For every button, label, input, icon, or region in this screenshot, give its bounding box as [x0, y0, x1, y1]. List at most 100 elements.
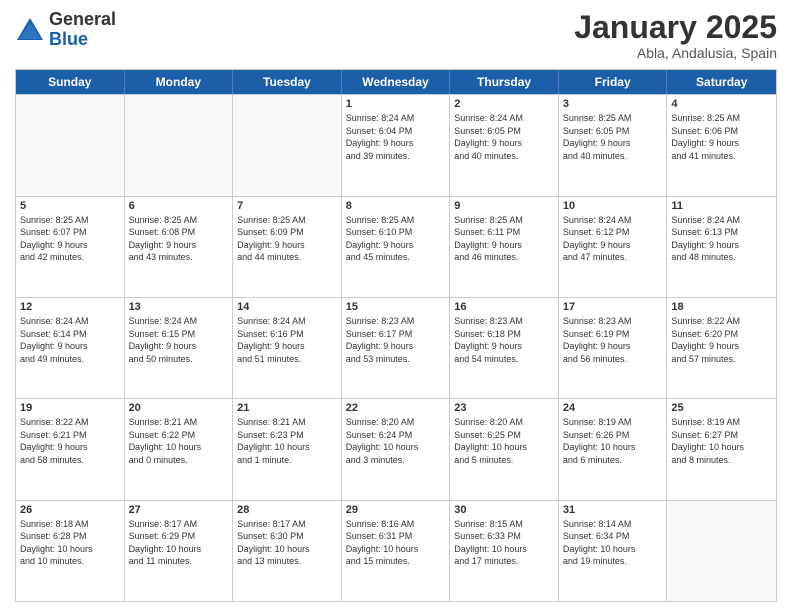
calendar: SundayMondayTuesdayWednesdayThursdayFrid…	[15, 69, 777, 602]
day-info: Sunrise: 8:23 AM Sunset: 6:19 PM Dayligh…	[563, 315, 663, 365]
day-cell-25: 25 Sunrise: 8:19 AM Sunset: 6:27 PM Dayli…	[667, 399, 776, 499]
day-number: 22	[346, 402, 446, 414]
title-block: January 2025 Abla, Andalusia, Spain	[574, 10, 777, 61]
header: General Blue January 2025 Abla, Andalusi…	[15, 10, 777, 61]
day-info: Sunrise: 8:25 AM Sunset: 6:11 PM Dayligh…	[454, 214, 554, 264]
day-info: Sunrise: 8:19 AM Sunset: 6:27 PM Dayligh…	[671, 416, 772, 466]
day-number: 5	[20, 200, 120, 212]
day-info: Sunrise: 8:14 AM Sunset: 6:34 PM Dayligh…	[563, 518, 663, 568]
day-cell-27: 27 Sunrise: 8:17 AM Sunset: 6:29 PM Dayli…	[125, 501, 234, 601]
day-number: 4	[671, 98, 772, 110]
day-number: 25	[671, 402, 772, 414]
logo: General Blue	[15, 10, 116, 50]
day-info: Sunrise: 8:21 AM Sunset: 6:22 PM Dayligh…	[129, 416, 229, 466]
col-header-friday: Friday	[559, 70, 668, 94]
day-cell-3: 3 Sunrise: 8:25 AM Sunset: 6:05 PM Daylig…	[559, 95, 668, 195]
week-row-1: 1 Sunrise: 8:24 AM Sunset: 6:04 PM Daylig…	[16, 94, 776, 195]
day-number: 6	[129, 200, 229, 212]
day-info: Sunrise: 8:19 AM Sunset: 6:26 PM Dayligh…	[563, 416, 663, 466]
week-row-2: 5 Sunrise: 8:25 AM Sunset: 6:07 PM Daylig…	[16, 196, 776, 297]
day-number: 24	[563, 402, 663, 414]
day-info: Sunrise: 8:18 AM Sunset: 6:28 PM Dayligh…	[20, 518, 120, 568]
day-info: Sunrise: 8:24 AM Sunset: 6:16 PM Dayligh…	[237, 315, 337, 365]
day-number: 26	[20, 504, 120, 516]
col-header-sunday: Sunday	[16, 70, 125, 94]
week-row-3: 12Sunrise: 8:24 AM Sunset: 6:14 PM Dayli…	[16, 297, 776, 398]
calendar-subtitle: Abla, Andalusia, Spain	[574, 45, 777, 61]
day-info: Sunrise: 8:25 AM Sunset: 6:08 PM Dayligh…	[129, 214, 229, 264]
week-row-5: 26 Sunrise: 8:18 AM Sunset: 6:28 PM Dayli…	[16, 500, 776, 601]
day-info: Sunrise: 8:24 AM Sunset: 6:15 PM Dayligh…	[129, 315, 229, 365]
day-cell-26: 26 Sunrise: 8:18 AM Sunset: 6:28 PM Dayli…	[16, 501, 125, 601]
day-number: 13	[129, 301, 229, 313]
day-cell-4: 4 Sunrise: 8:25 AM Sunset: 6:06 PM Daylig…	[667, 95, 776, 195]
calendar-title: January 2025	[574, 10, 777, 45]
day-info: Sunrise: 8:24 AM Sunset: 6:05 PM Dayligh…	[454, 112, 554, 162]
day-number: 2	[454, 98, 554, 110]
day-number: 15	[346, 301, 446, 313]
day-cell-1: 1 Sunrise: 8:24 AM Sunset: 6:04 PM Daylig…	[342, 95, 451, 195]
day-info: Sunrise: 8:20 AM Sunset: 6:25 PM Dayligh…	[454, 416, 554, 466]
day-info: Sunrise: 8:25 AM Sunset: 6:06 PM Dayligh…	[671, 112, 772, 162]
day-number: 18	[671, 301, 772, 313]
day-cell-29: 29Sunrise: 8:16 AM Sunset: 6:31 PM Dayli…	[342, 501, 451, 601]
day-info: Sunrise: 8:24 AM Sunset: 6:04 PM Dayligh…	[346, 112, 446, 162]
day-number: 23	[454, 402, 554, 414]
page: General Blue January 2025 Abla, Andalusi…	[0, 0, 792, 612]
day-cell-6: 6 Sunrise: 8:25 AM Sunset: 6:08 PM Daylig…	[125, 197, 234, 297]
day-info: Sunrise: 8:22 AM Sunset: 6:21 PM Dayligh…	[20, 416, 120, 466]
day-number: 1	[346, 98, 446, 110]
day-number: 27	[129, 504, 229, 516]
day-cell-20: 20 Sunrise: 8:21 AM Sunset: 6:22 PM Dayli…	[125, 399, 234, 499]
day-info: Sunrise: 8:24 AM Sunset: 6:12 PM Dayligh…	[563, 214, 663, 264]
day-cell-empty	[233, 95, 342, 195]
day-cell-28: 28Sunrise: 8:17 AM Sunset: 6:30 PM Dayli…	[233, 501, 342, 601]
day-number: 10	[563, 200, 663, 212]
col-header-saturday: Saturday	[667, 70, 776, 94]
day-cell-19: 19 Sunrise: 8:22 AM Sunset: 6:21 PM Dayli…	[16, 399, 125, 499]
day-cell-5: 5 Sunrise: 8:25 AM Sunset: 6:07 PM Daylig…	[16, 197, 125, 297]
day-number: 20	[129, 402, 229, 414]
logo-icon	[15, 15, 45, 45]
day-cell-21: 21 Sunrise: 8:21 AM Sunset: 6:23 PM Dayli…	[233, 399, 342, 499]
day-number: 21	[237, 402, 337, 414]
day-info: Sunrise: 8:17 AM Sunset: 6:29 PM Dayligh…	[129, 518, 229, 568]
day-number: 3	[563, 98, 663, 110]
col-header-thursday: Thursday	[450, 70, 559, 94]
day-number: 16	[454, 301, 554, 313]
day-cell-18: 18 Sunrise: 8:22 AM Sunset: 6:20 PM Dayli…	[667, 298, 776, 398]
day-info: Sunrise: 8:15 AM Sunset: 6:33 PM Dayligh…	[454, 518, 554, 568]
day-cell-17: 17Sunrise: 8:23 AM Sunset: 6:19 PM Dayli…	[559, 298, 668, 398]
day-cell-empty	[16, 95, 125, 195]
day-info: Sunrise: 8:23 AM Sunset: 6:17 PM Dayligh…	[346, 315, 446, 365]
col-header-monday: Monday	[125, 70, 234, 94]
day-cell-23: 23 Sunrise: 8:20 AM Sunset: 6:25 PM Dayli…	[450, 399, 559, 499]
day-cell-31: 31Sunrise: 8:14 AM Sunset: 6:34 PM Dayli…	[559, 501, 668, 601]
day-cell-16: 16 Sunrise: 8:23 AM Sunset: 6:18 PM Dayli…	[450, 298, 559, 398]
day-number: 8	[346, 200, 446, 212]
day-info: Sunrise: 8:22 AM Sunset: 6:20 PM Dayligh…	[671, 315, 772, 365]
day-info: Sunrise: 8:24 AM Sunset: 6:14 PM Dayligh…	[20, 315, 120, 365]
day-cell-15: 15 Sunrise: 8:23 AM Sunset: 6:17 PM Dayli…	[342, 298, 451, 398]
day-number: 30	[454, 504, 554, 516]
day-info: Sunrise: 8:23 AM Sunset: 6:18 PM Dayligh…	[454, 315, 554, 365]
day-info: Sunrise: 8:21 AM Sunset: 6:23 PM Dayligh…	[237, 416, 337, 466]
day-info: Sunrise: 8:25 AM Sunset: 6:10 PM Dayligh…	[346, 214, 446, 264]
day-cell-13: 13 Sunrise: 8:24 AM Sunset: 6:15 PM Dayli…	[125, 298, 234, 398]
logo-general: General	[49, 9, 116, 29]
day-cell-24: 24 Sunrise: 8:19 AM Sunset: 6:26 PM Dayli…	[559, 399, 668, 499]
logo-text: General Blue	[49, 10, 116, 50]
day-number: 14	[237, 301, 337, 313]
day-number: 28	[237, 504, 337, 516]
day-number: 7	[237, 200, 337, 212]
day-info: Sunrise: 8:20 AM Sunset: 6:24 PM Dayligh…	[346, 416, 446, 466]
day-cell-14: 14 Sunrise: 8:24 AM Sunset: 6:16 PM Dayli…	[233, 298, 342, 398]
day-info: Sunrise: 8:25 AM Sunset: 6:09 PM Dayligh…	[237, 214, 337, 264]
day-number: 19	[20, 402, 120, 414]
logo-blue: Blue	[49, 29, 88, 49]
day-cell-7: 7 Sunrise: 8:25 AM Sunset: 6:09 PM Daylig…	[233, 197, 342, 297]
day-cell-empty	[125, 95, 234, 195]
day-info: Sunrise: 8:25 AM Sunset: 6:05 PM Dayligh…	[563, 112, 663, 162]
day-info: Sunrise: 8:25 AM Sunset: 6:07 PM Dayligh…	[20, 214, 120, 264]
calendar-body: 1 Sunrise: 8:24 AM Sunset: 6:04 PM Daylig…	[16, 94, 776, 601]
